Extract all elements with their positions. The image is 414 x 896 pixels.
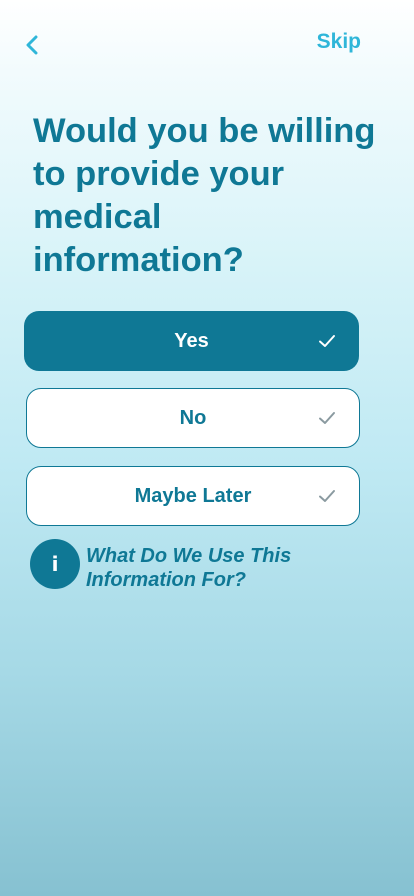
chevron-left-icon xyxy=(26,35,38,55)
info-link[interactable]: i What Do We Use This Information For? xyxy=(30,539,336,592)
back-button[interactable] xyxy=(18,30,46,60)
check-icon xyxy=(319,335,335,347)
option-label: No xyxy=(179,406,207,429)
option-label: Maybe Later xyxy=(134,484,252,507)
info-link-text: What Do We Use This Information For? xyxy=(86,545,292,591)
check-icon xyxy=(319,490,335,502)
option-maybe-later[interactable]: Maybe Later xyxy=(26,466,360,526)
option-no[interactable]: No xyxy=(26,388,360,448)
skip-button[interactable]: Skip xyxy=(317,30,361,54)
option-yes[interactable]: Yes xyxy=(24,311,359,371)
page-title: Would you be willing to provide your med… xyxy=(33,112,376,279)
check-icon xyxy=(319,412,335,424)
option-label: Yes xyxy=(174,329,209,352)
info-icon: i xyxy=(30,539,80,589)
